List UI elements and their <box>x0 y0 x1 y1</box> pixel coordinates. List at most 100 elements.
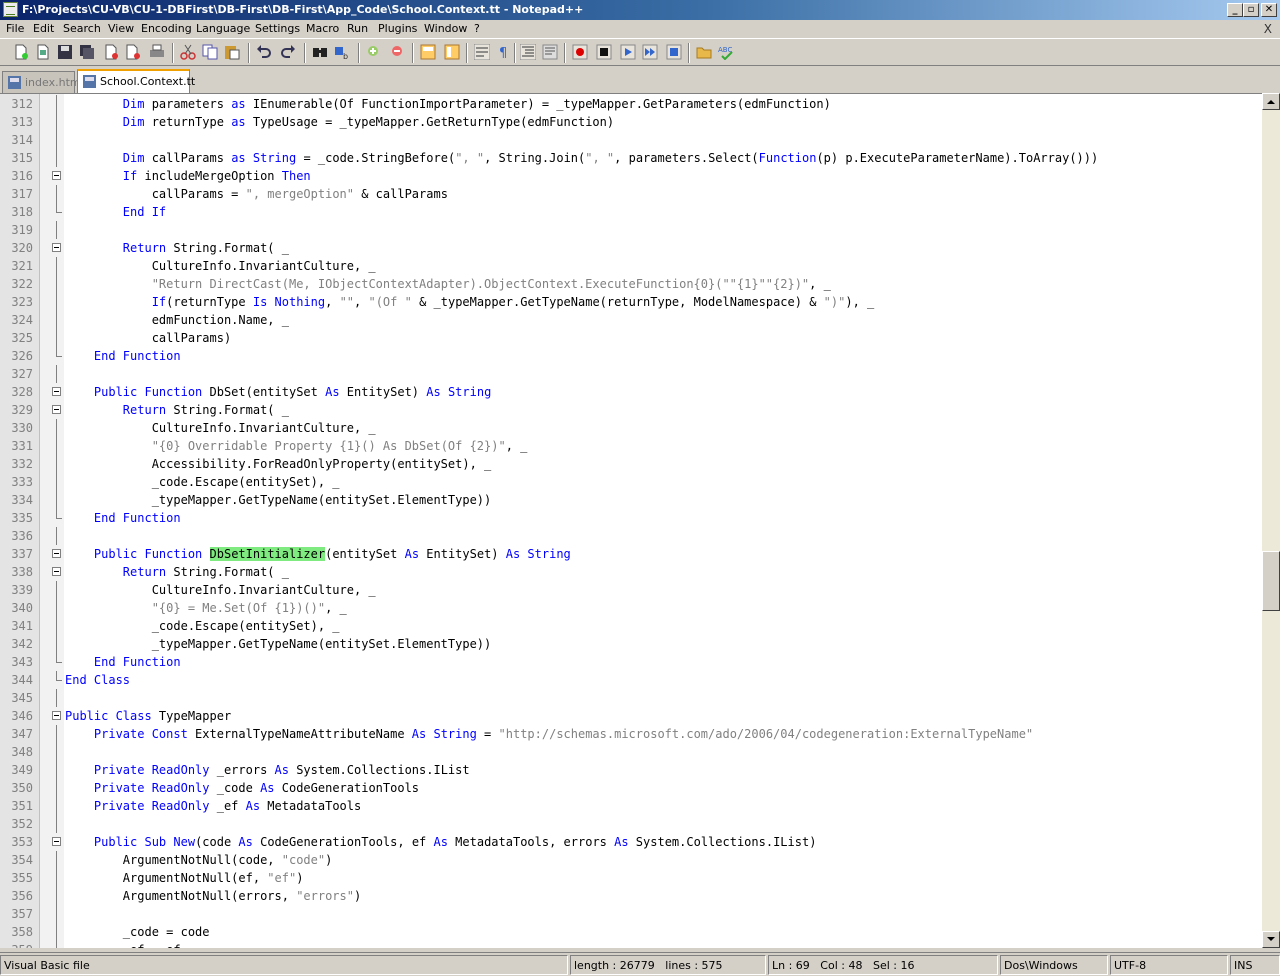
menu-plugins[interactable]: Plugins <box>378 22 417 35</box>
save-macro-icon[interactable] <box>666 44 682 60</box>
restore-button[interactable]: ▫ <box>1243 3 1259 17</box>
code-line[interactable]: 314 <box>0 131 1262 149</box>
stop-record-icon[interactable] <box>596 44 612 60</box>
code-line[interactable]: 333 _code.Escape(entitySet), _ <box>0 473 1262 491</box>
code-line[interactable]: 319 <box>0 221 1262 239</box>
open-icon[interactable] <box>35 44 51 60</box>
code-line[interactable]: 320 Return String.Format( _ <box>0 239 1262 257</box>
fold-toggle-icon[interactable] <box>52 837 61 846</box>
menu-file[interactable]: File <box>6 22 24 35</box>
scroll-down-button[interactable] <box>1262 931 1280 948</box>
code-line[interactable]: 359 _ef = ef <box>0 941 1262 948</box>
menu-macro[interactable]: Macro <box>306 22 339 35</box>
vertical-scrollbar[interactable] <box>1262 93 1280 948</box>
code-line[interactable]: 354 ArgumentNotNull(code, "code") <box>0 851 1262 869</box>
code-line[interactable]: 352 <box>0 815 1262 833</box>
code-line[interactable]: 347 Private Const ExternalTypeNameAttrib… <box>0 725 1262 743</box>
scroll-thumb[interactable] <box>1262 551 1280 611</box>
code-line[interactable]: 318 End If <box>0 203 1262 221</box>
code-line[interactable]: 357 <box>0 905 1262 923</box>
code-line[interactable]: 338 Return String.Format( _ <box>0 563 1262 581</box>
menu-run[interactable]: Run <box>347 22 368 35</box>
close-button[interactable]: ✕ <box>1261 3 1277 17</box>
code-line[interactable]: 317 callParams = ", mergeOption" & callP… <box>0 185 1262 203</box>
tab-index-htm[interactable]: index.htm <box>2 71 81 93</box>
code-line[interactable]: 327 <box>0 365 1262 383</box>
scroll-up-button[interactable] <box>1262 93 1280 110</box>
code-line[interactable]: 346 Public Class TypeMapper <box>0 707 1262 725</box>
code-line[interactable]: 326 End Function <box>0 347 1262 365</box>
code-line[interactable]: 350 Private ReadOnly _code As CodeGenera… <box>0 779 1262 797</box>
fold-toggle-icon[interactable] <box>52 387 61 396</box>
sync-v-icon[interactable] <box>420 44 436 60</box>
code-line[interactable]: 315 Dim callParams as String = _code.Str… <box>0 149 1262 167</box>
code-line[interactable]: 344 End Class <box>0 671 1262 689</box>
code-line[interactable]: 337 Public Function DbSetInitializer(ent… <box>0 545 1262 563</box>
close-all-icon[interactable] <box>125 44 141 60</box>
paste-icon[interactable] <box>224 44 240 60</box>
code-line[interactable]: 353 Public Sub New(code As CodeGeneratio… <box>0 833 1262 851</box>
code-line[interactable]: 332 Accessibility.ForReadOnlyProperty(en… <box>0 455 1262 473</box>
code-line[interactable]: 325 callParams) <box>0 329 1262 347</box>
replace-icon[interactable]: b <box>334 44 350 60</box>
code-line[interactable]: 343 End Function <box>0 653 1262 671</box>
doc-map-icon[interactable] <box>542 44 558 60</box>
code-line[interactable]: 358 _code = code <box>0 923 1262 941</box>
code-line[interactable]: 356 ArgumentNotNull(errors, "errors") <box>0 887 1262 905</box>
code-line[interactable]: 329 Return String.Format( _ <box>0 401 1262 419</box>
menu-help[interactable]: ? <box>474 22 480 35</box>
code-line[interactable]: 348 <box>0 743 1262 761</box>
code-line[interactable]: 323 If(returnType Is Nothing, "", "(Of "… <box>0 293 1262 311</box>
minimize-button[interactable]: _ <box>1227 3 1243 17</box>
code-line[interactable]: 345 <box>0 689 1262 707</box>
code-line[interactable]: 342 _typeMapper.GetTypeName(entitySet.El… <box>0 635 1262 653</box>
save-icon[interactable] <box>57 44 73 60</box>
word-wrap-icon[interactable] <box>474 44 490 60</box>
code-line[interactable]: 316 If includeMergeOption Then <box>0 167 1262 185</box>
save-all-icon[interactable] <box>79 44 95 60</box>
code-line[interactable]: 328 Public Function DbSet(entitySet As E… <box>0 383 1262 401</box>
close-icon[interactable] <box>103 44 119 60</box>
print-icon[interactable] <box>149 44 165 60</box>
fold-toggle-icon[interactable] <box>52 405 61 414</box>
play-macro-icon[interactable] <box>620 44 636 60</box>
indent-guide-icon[interactable] <box>520 44 536 60</box>
run-macro-multiple-icon[interactable] <box>642 44 658 60</box>
code-line[interactable]: 334 _typeMapper.GetTypeName(entitySet.El… <box>0 491 1262 509</box>
cut-icon[interactable] <box>180 44 196 60</box>
spellcheck-icon[interactable]: ABC <box>718 44 734 60</box>
code-line[interactable]: 339 CultureInfo.InvariantCulture, _ <box>0 581 1262 599</box>
fold-toggle-icon[interactable] <box>52 567 61 576</box>
code-line[interactable]: 321 CultureInfo.InvariantCulture, _ <box>0 257 1262 275</box>
code-line[interactable]: 313 Dim returnType as TypeUsage = _typeM… <box>0 113 1262 131</box>
record-macro-icon[interactable] <box>572 44 588 60</box>
fold-toggle-icon[interactable] <box>52 243 61 252</box>
close-document-icon[interactable]: X <box>1264 22 1272 36</box>
fold-toggle-icon[interactable] <box>52 549 61 558</box>
find-icon[interactable] <box>312 44 328 60</box>
zoom-out-icon[interactable] <box>390 44 406 60</box>
folder-icon[interactable] <box>696 44 712 60</box>
fold-toggle-icon[interactable] <box>52 171 61 180</box>
code-line[interactable]: 349 Private ReadOnly _errors As System.C… <box>0 761 1262 779</box>
zoom-in-icon[interactable] <box>366 44 382 60</box>
code-line[interactable]: 324 edmFunction.Name, _ <box>0 311 1262 329</box>
code-line[interactable]: 355 ArgumentNotNull(ef, "ef") <box>0 869 1262 887</box>
code-line[interactable]: 351 Private ReadOnly _ef As MetadataTool… <box>0 797 1262 815</box>
tab-school-context-tt[interactable]: School.Context.tt <box>77 69 195 93</box>
menu-settings[interactable]: Settings <box>255 22 300 35</box>
menu-language[interactable]: Language <box>196 22 250 35</box>
menu-edit[interactable]: Edit <box>33 22 54 35</box>
code-line[interactable]: 341 _code.Escape(entitySet), _ <box>0 617 1262 635</box>
sync-h-icon[interactable] <box>444 44 460 60</box>
code-line[interactable]: 336 <box>0 527 1262 545</box>
menu-encoding[interactable]: Encoding <box>141 22 192 35</box>
code-line[interactable]: 335 End Function <box>0 509 1262 527</box>
redo-icon[interactable] <box>280 44 296 60</box>
code-line[interactable]: 331 "{0} Overridable Property {1}() As D… <box>0 437 1262 455</box>
menu-window[interactable]: Window <box>424 22 467 35</box>
menu-search[interactable]: Search <box>63 22 101 35</box>
code-editor[interactable]: 312 Dim parameters as IEnumerable(Of Fun… <box>0 93 1262 948</box>
undo-icon[interactable] <box>256 44 272 60</box>
code-line[interactable]: 322 "Return DirectCast(Me, IObjectContex… <box>0 275 1262 293</box>
